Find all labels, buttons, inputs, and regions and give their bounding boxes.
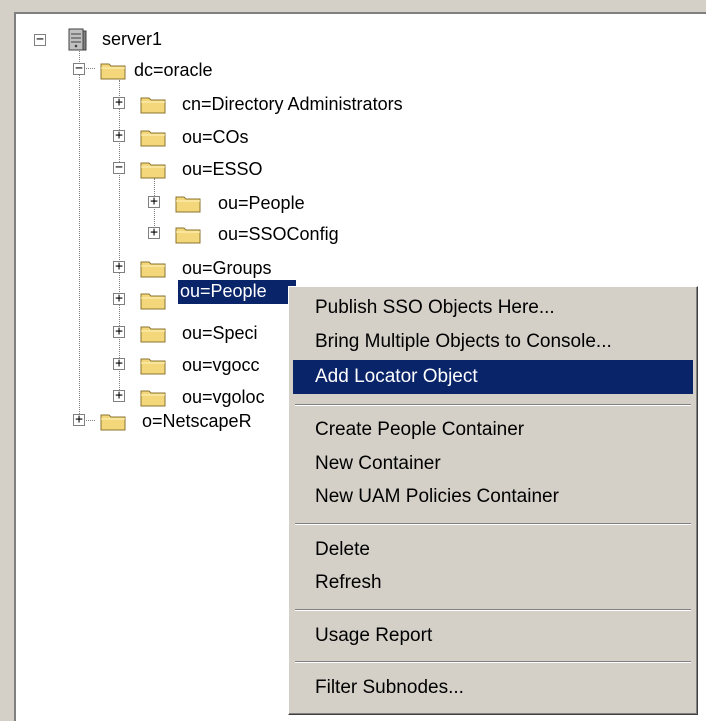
tree-node-directory-administrators[interactable]: cn=Directory Administrators xyxy=(180,93,405,117)
menu-add-locator-object[interactable]: Add Locator Object xyxy=(293,360,693,394)
tree-node-netscape[interactable]: o=NetscapeR xyxy=(140,410,254,434)
tree-node-dc-oracle[interactable]: dc=oracle xyxy=(132,59,215,83)
expand-icon[interactable]: + xyxy=(113,357,125,370)
collapse-icon[interactable]: − xyxy=(73,62,85,75)
folder-icon xyxy=(140,130,166,147)
expand-icon[interactable]: + xyxy=(113,129,125,142)
folder-icon xyxy=(140,162,166,179)
context-menu: Publish SSO Objects Here... Bring Multip… xyxy=(288,286,698,715)
server-icon xyxy=(68,28,87,51)
tree-node-server1[interactable]: server1 xyxy=(100,28,164,52)
folder-icon xyxy=(100,414,126,431)
menu-create-people-container[interactable]: Create People Container xyxy=(293,413,693,447)
menu-separator xyxy=(295,609,691,611)
expand-icon[interactable]: + xyxy=(148,226,160,239)
tree-node-groups[interactable]: ou=Groups xyxy=(180,257,274,281)
expand-icon[interactable]: + xyxy=(113,325,125,338)
folder-icon xyxy=(175,227,201,244)
tree-node-people-selected[interactable]: ou=People xyxy=(178,280,296,304)
menu-separator xyxy=(295,523,691,525)
collapse-icon[interactable]: − xyxy=(113,161,125,174)
folder-icon xyxy=(140,358,166,375)
menu-filter-subnodes[interactable]: Filter Subnodes... xyxy=(293,671,693,705)
expand-icon[interactable]: + xyxy=(113,96,125,109)
tree-node-ssoconfig[interactable]: ou=SSOConfig xyxy=(216,223,341,247)
folder-icon xyxy=(140,293,166,310)
menu-separator xyxy=(295,661,691,663)
expand-icon[interactable]: + xyxy=(113,292,125,305)
menu-bring-multiple-objects[interactable]: Bring Multiple Objects to Console... xyxy=(293,325,693,359)
folder-icon xyxy=(140,390,166,407)
folder-icon xyxy=(140,261,166,278)
tree-node-special[interactable]: ou=Speci xyxy=(180,322,260,346)
menu-new-uam-policies-container[interactable]: New UAM Policies Container xyxy=(293,480,693,514)
tree-node-vgoloc[interactable]: ou=vgoloc xyxy=(180,386,267,410)
menu-publish-sso-objects[interactable]: Publish SSO Objects Here... xyxy=(293,291,693,325)
menu-delete[interactable]: Delete xyxy=(293,533,693,567)
menu-usage-report[interactable]: Usage Report xyxy=(293,619,693,653)
tree-node-cos[interactable]: ou=COs xyxy=(180,126,251,150)
folder-icon xyxy=(175,196,201,213)
menu-refresh[interactable]: Refresh xyxy=(293,566,693,600)
expand-icon[interactable]: + xyxy=(73,413,85,426)
folder-icon xyxy=(140,97,166,114)
tree-guide xyxy=(79,46,80,418)
tree-node-esso[interactable]: ou=ESSO xyxy=(180,158,265,182)
expand-icon[interactable]: + xyxy=(113,389,125,402)
tree-node-vgocc[interactable]: ou=vgocc xyxy=(180,354,262,378)
tree-node-esso-people[interactable]: ou=People xyxy=(216,192,307,216)
folder-icon xyxy=(100,63,126,80)
expand-icon[interactable]: + xyxy=(113,260,125,273)
collapse-icon[interactable]: − xyxy=(34,33,46,46)
folder-icon xyxy=(140,326,166,343)
menu-separator xyxy=(295,404,691,406)
expand-icon[interactable]: + xyxy=(148,195,160,208)
menu-new-container[interactable]: New Container xyxy=(293,447,693,481)
